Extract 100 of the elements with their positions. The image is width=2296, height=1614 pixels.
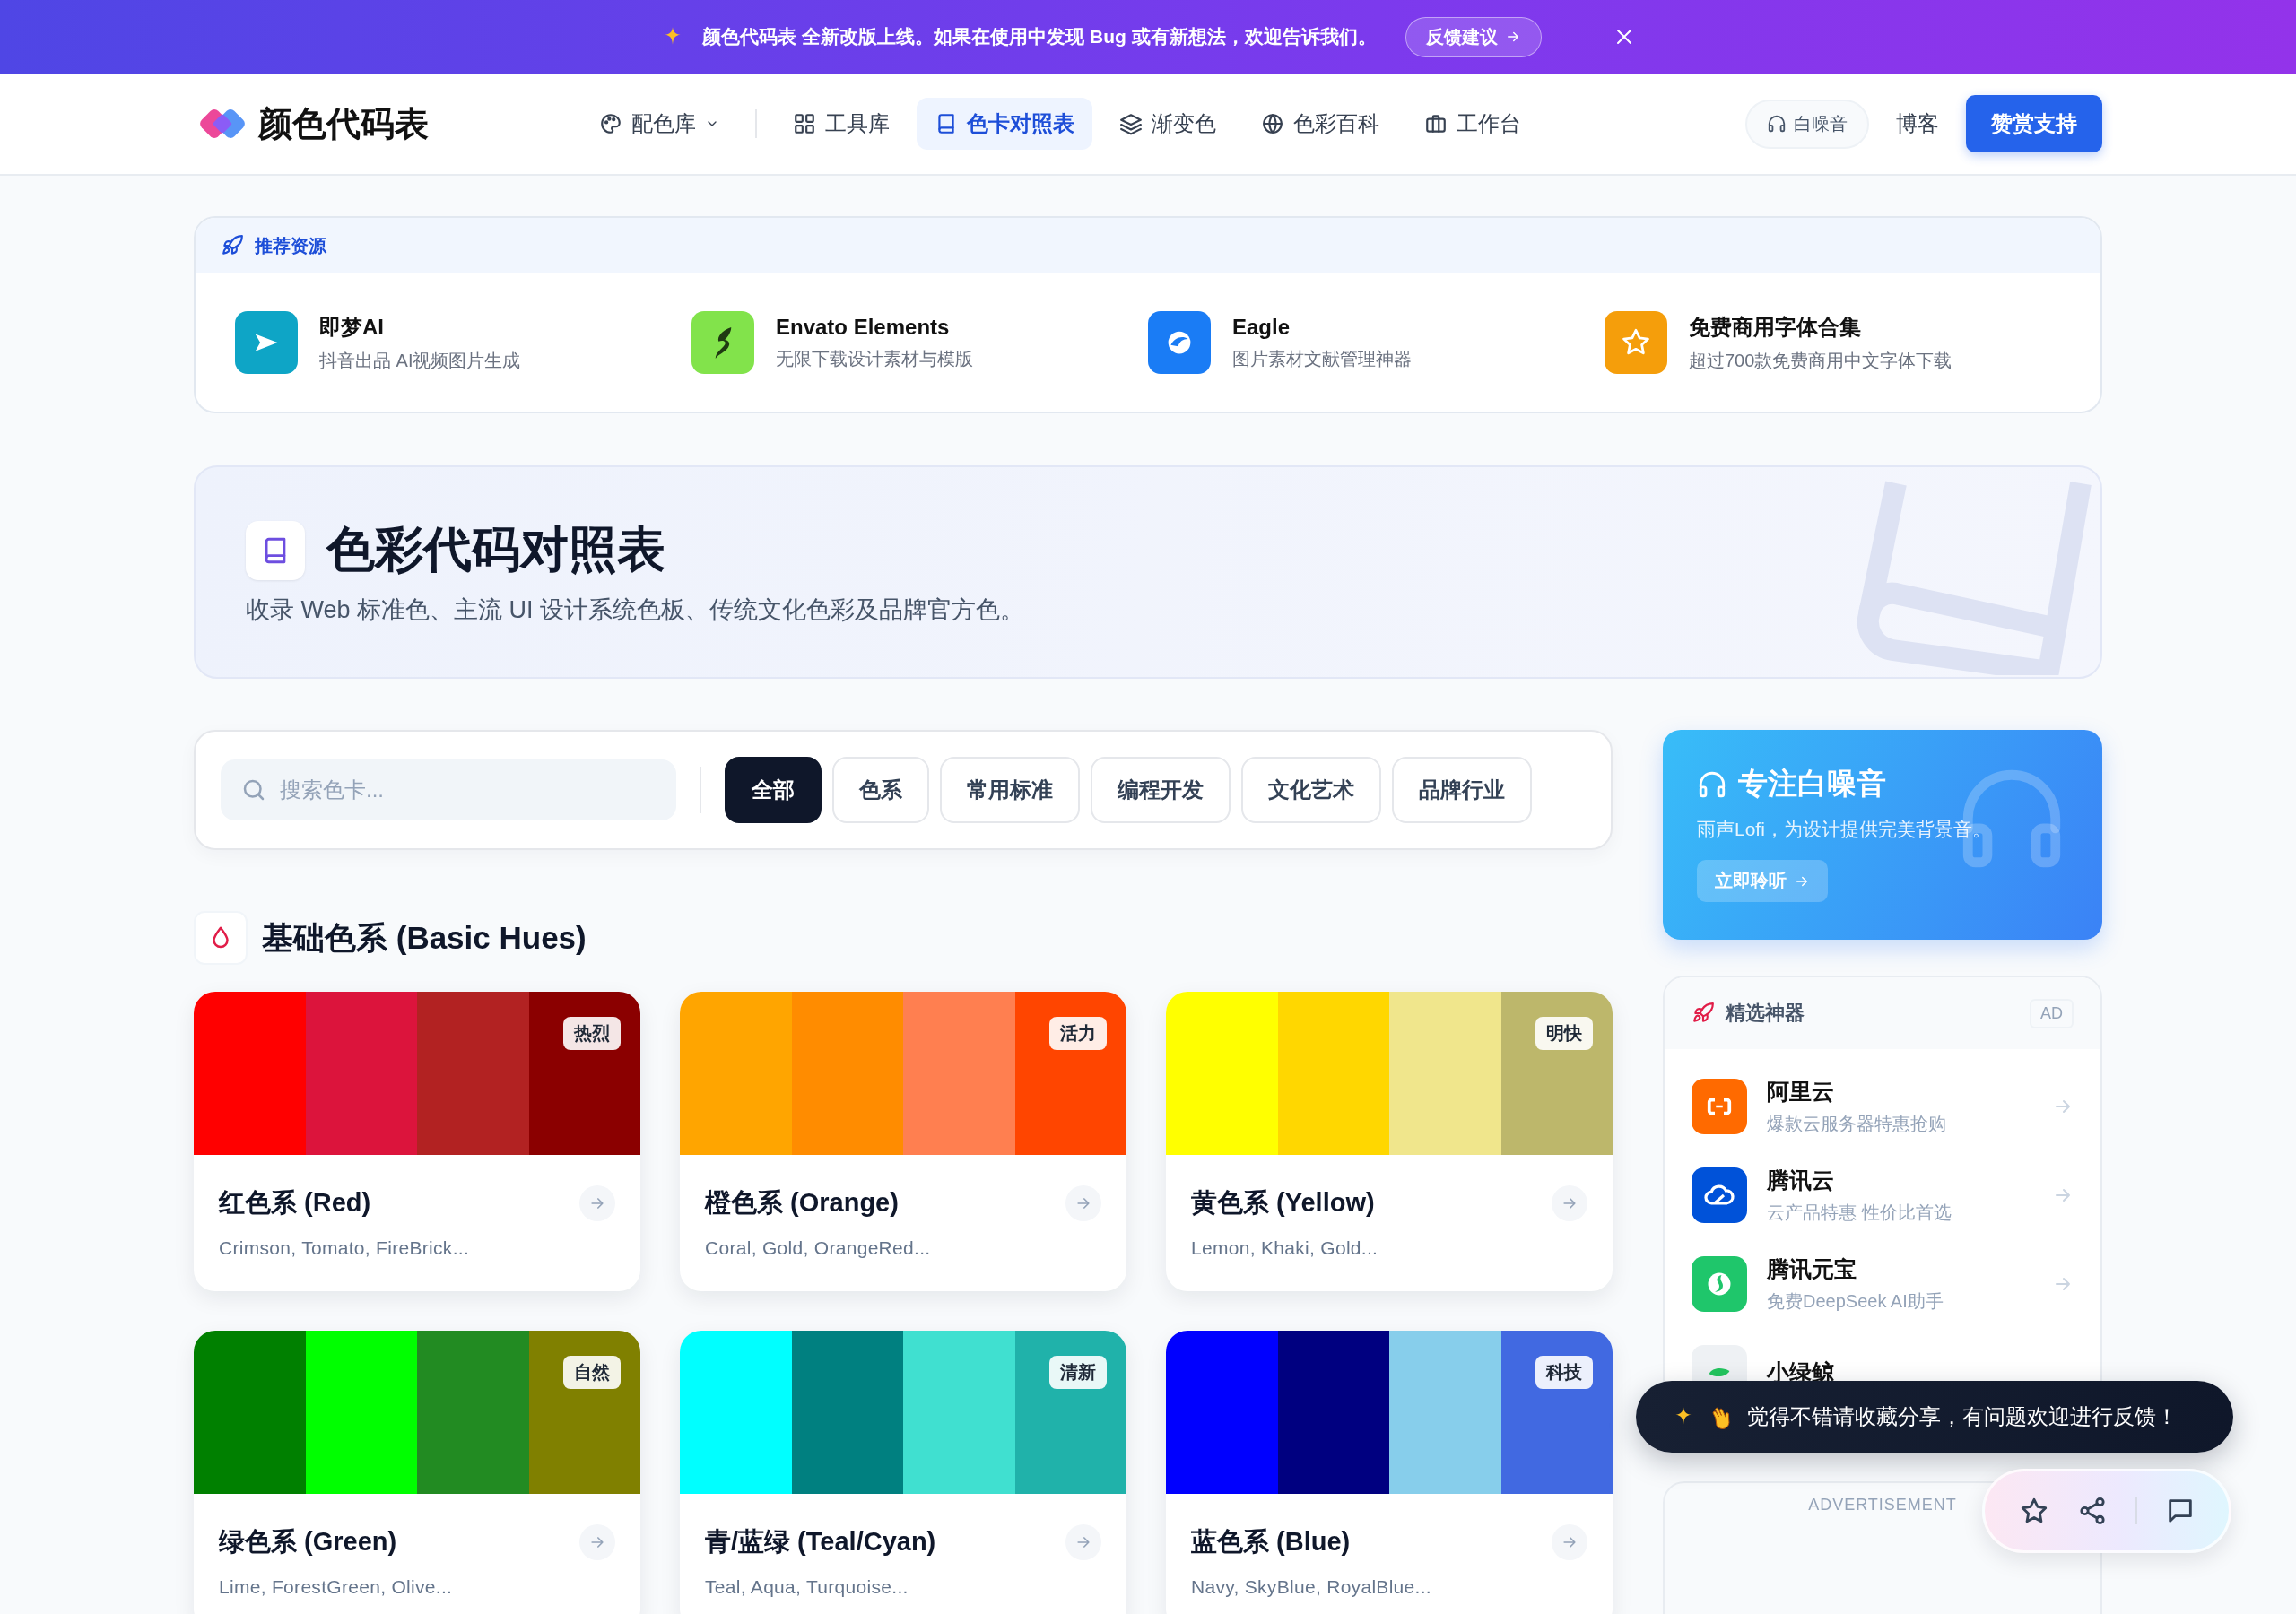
color-swatch[interactable] (417, 1331, 529, 1494)
palette-title[interactable]: 青/蓝绿 (Teal/Cyan) (705, 1524, 936, 1560)
layers-icon (1119, 112, 1143, 135)
color-swatch[interactable] (1166, 1331, 1278, 1494)
mood-tag: 清新 (1049, 1356, 1107, 1389)
open-button[interactable] (1065, 1524, 1101, 1560)
filter-chip[interactable]: 常用标准 (940, 757, 1080, 823)
color-names: Navy, SkyBlue, RoyalBlue... (1191, 1576, 1432, 1598)
color-swatch[interactable] (1277, 1331, 1389, 1494)
tool-description: 爆款云服务器特惠抢购 (1767, 1112, 1946, 1135)
palette-title[interactable]: 红色系 (Red) (219, 1185, 371, 1221)
resource-name[interactable]: 即梦AI (319, 312, 521, 342)
color-swatch[interactable] (1389, 1331, 1501, 1494)
mood-tag: 热烈 (563, 1017, 621, 1050)
search-field[interactable]: 搜索色卡... (221, 759, 676, 820)
color-swatch[interactable] (1500, 1331, 1613, 1494)
resource-name[interactable]: 免费商用字体合集 (1689, 312, 1952, 342)
app-tile[interactable] (1148, 311, 1211, 374)
open-button[interactable] (1065, 1185, 1101, 1221)
palette-icon (599, 112, 622, 135)
color-names: Coral, Gold, OrangeRed... (705, 1237, 932, 1259)
resource-description: 抖音出品 AI视频图片生成 (319, 349, 521, 372)
tool-name[interactable]: 腾讯元宝 (1767, 1254, 1944, 1284)
app-tile[interactable] (1692, 1078, 1747, 1134)
tool-name[interactable]: 阿里云 (1767, 1076, 1946, 1106)
app-tile[interactable] (1605, 311, 1667, 374)
palette-title[interactable]: 橙色系 (Orange) (705, 1185, 899, 1221)
filter-chip[interactable]: 编程开发 (1091, 757, 1231, 823)
color-swatch[interactable] (305, 992, 417, 1155)
rocket-icon (1692, 1002, 1715, 1025)
color-names: Crimson, Tomato, FireBrick... (219, 1237, 471, 1259)
nav-tab[interactable]: 色彩百科 (1243, 98, 1397, 150)
logo-text[interactable]: 颜色代码表 (258, 100, 429, 147)
mood-tag: 活力 (1049, 1017, 1107, 1050)
color-swatch[interactable] (194, 992, 306, 1155)
filter-chip[interactable]: 文化艺术 (1241, 757, 1381, 823)
color-names: Lime, ForestGreen, Olive... (219, 1576, 454, 1598)
globe-icon (1261, 112, 1284, 135)
color-swatch[interactable] (903, 1331, 1015, 1494)
open-button[interactable] (579, 1524, 615, 1560)
announcement-text: 颜色代码表 全新改版上线。如果在使用中发现 Bug 或有新想法，欢迎告诉我们。 (702, 25, 1377, 48)
page-title: 色彩代码对照表 (326, 521, 665, 577)
grid-icon (793, 112, 816, 135)
color-names: Lemon, Khaki, Gold... (1191, 1237, 1379, 1259)
color-swatch[interactable] (791, 1331, 903, 1494)
color-swatch[interactable] (1389, 992, 1501, 1155)
nav-tab[interactable]: 工作台 (1406, 98, 1539, 150)
promo-title: 专注白噪音 (1738, 766, 1886, 802)
page-subtitle: 收录 Web 标准色、主流 UI 设计系统色板、传统文化色彩及品牌官方色。 (246, 595, 1026, 625)
color-swatch[interactable] (305, 1331, 417, 1494)
palette-title[interactable]: 绿色系 (Green) (219, 1524, 397, 1560)
palette-title[interactable]: 蓝色系 (Blue) (1191, 1524, 1351, 1560)
open-button[interactable] (579, 1185, 615, 1221)
nav-tab[interactable]: 配色库 (581, 98, 737, 150)
open-button[interactable] (1552, 1185, 1587, 1221)
nav-tab[interactable]: 渐变色 (1101, 98, 1234, 150)
color-swatch[interactable] (791, 992, 903, 1155)
nav-tab[interactable]: 色卡对照表 (917, 98, 1092, 150)
resource-name[interactable]: Envato Elements (776, 314, 973, 340)
nav-tab[interactable]: 工具库 (775, 98, 908, 150)
app-tile[interactable] (235, 311, 298, 374)
feedback-button[interactable]: 反馈建议 (1405, 16, 1542, 57)
briefcase-icon (1424, 112, 1448, 135)
color-swatch[interactable] (903, 992, 1015, 1155)
filter-chip[interactable]: 全部 (725, 757, 822, 823)
headphones-icon (1767, 114, 1787, 134)
tool-description: 免费DeepSeek AI助手 (1767, 1289, 1944, 1313)
color-swatch[interactable] (528, 992, 640, 1155)
ambient-sound-button[interactable]: 白噪音 (1745, 99, 1869, 149)
filter-chip[interactable]: 色系 (832, 757, 929, 823)
color-swatch[interactable] (1014, 992, 1126, 1155)
color-swatch[interactable] (1166, 992, 1278, 1155)
tool-name[interactable]: 腾讯云 (1767, 1165, 1952, 1195)
section-heading: 基础色系 (Basic Hues) (262, 918, 587, 957)
color-swatch[interactable] (1277, 992, 1389, 1155)
ad-badge: AD (2030, 998, 2074, 1028)
card-title: 精选神器 (1726, 1001, 1805, 1026)
color-swatch[interactable] (1500, 992, 1613, 1155)
palette-title[interactable]: 黄色系 (Yellow) (1191, 1185, 1375, 1221)
mood-tag: 明快 (1535, 1017, 1593, 1050)
color-names: Teal, Aqua, Turquoise... (705, 1576, 909, 1598)
color-swatch[interactable] (680, 992, 792, 1155)
resource-name[interactable]: Eagle (1232, 314, 1412, 340)
support-button[interactable]: 赞赏支持 (1966, 95, 2102, 152)
rocket-icon (221, 234, 244, 257)
blog-link[interactable]: 博客 (1896, 109, 1939, 138)
color-swatch[interactable] (194, 1331, 306, 1494)
mood-tag: 科技 (1535, 1356, 1593, 1389)
color-swatch[interactable] (417, 992, 529, 1155)
app-tile[interactable] (691, 311, 754, 374)
filter-chip[interactable]: 品牌行业 (1392, 757, 1532, 823)
open-button[interactable] (1552, 1524, 1587, 1560)
color-swatch[interactable] (680, 1331, 792, 1494)
app-tile[interactable] (1692, 1255, 1747, 1312)
resource-description: 无限下载设计素材与模版 (776, 347, 973, 370)
color-swatch[interactable] (528, 1331, 640, 1494)
app-tile[interactable] (1692, 1167, 1747, 1223)
color-swatch[interactable] (1014, 1331, 1126, 1494)
leaf-icon (713, 325, 733, 360)
resource-description: 超过700款免费商用中文字体下载 (1689, 349, 1952, 372)
